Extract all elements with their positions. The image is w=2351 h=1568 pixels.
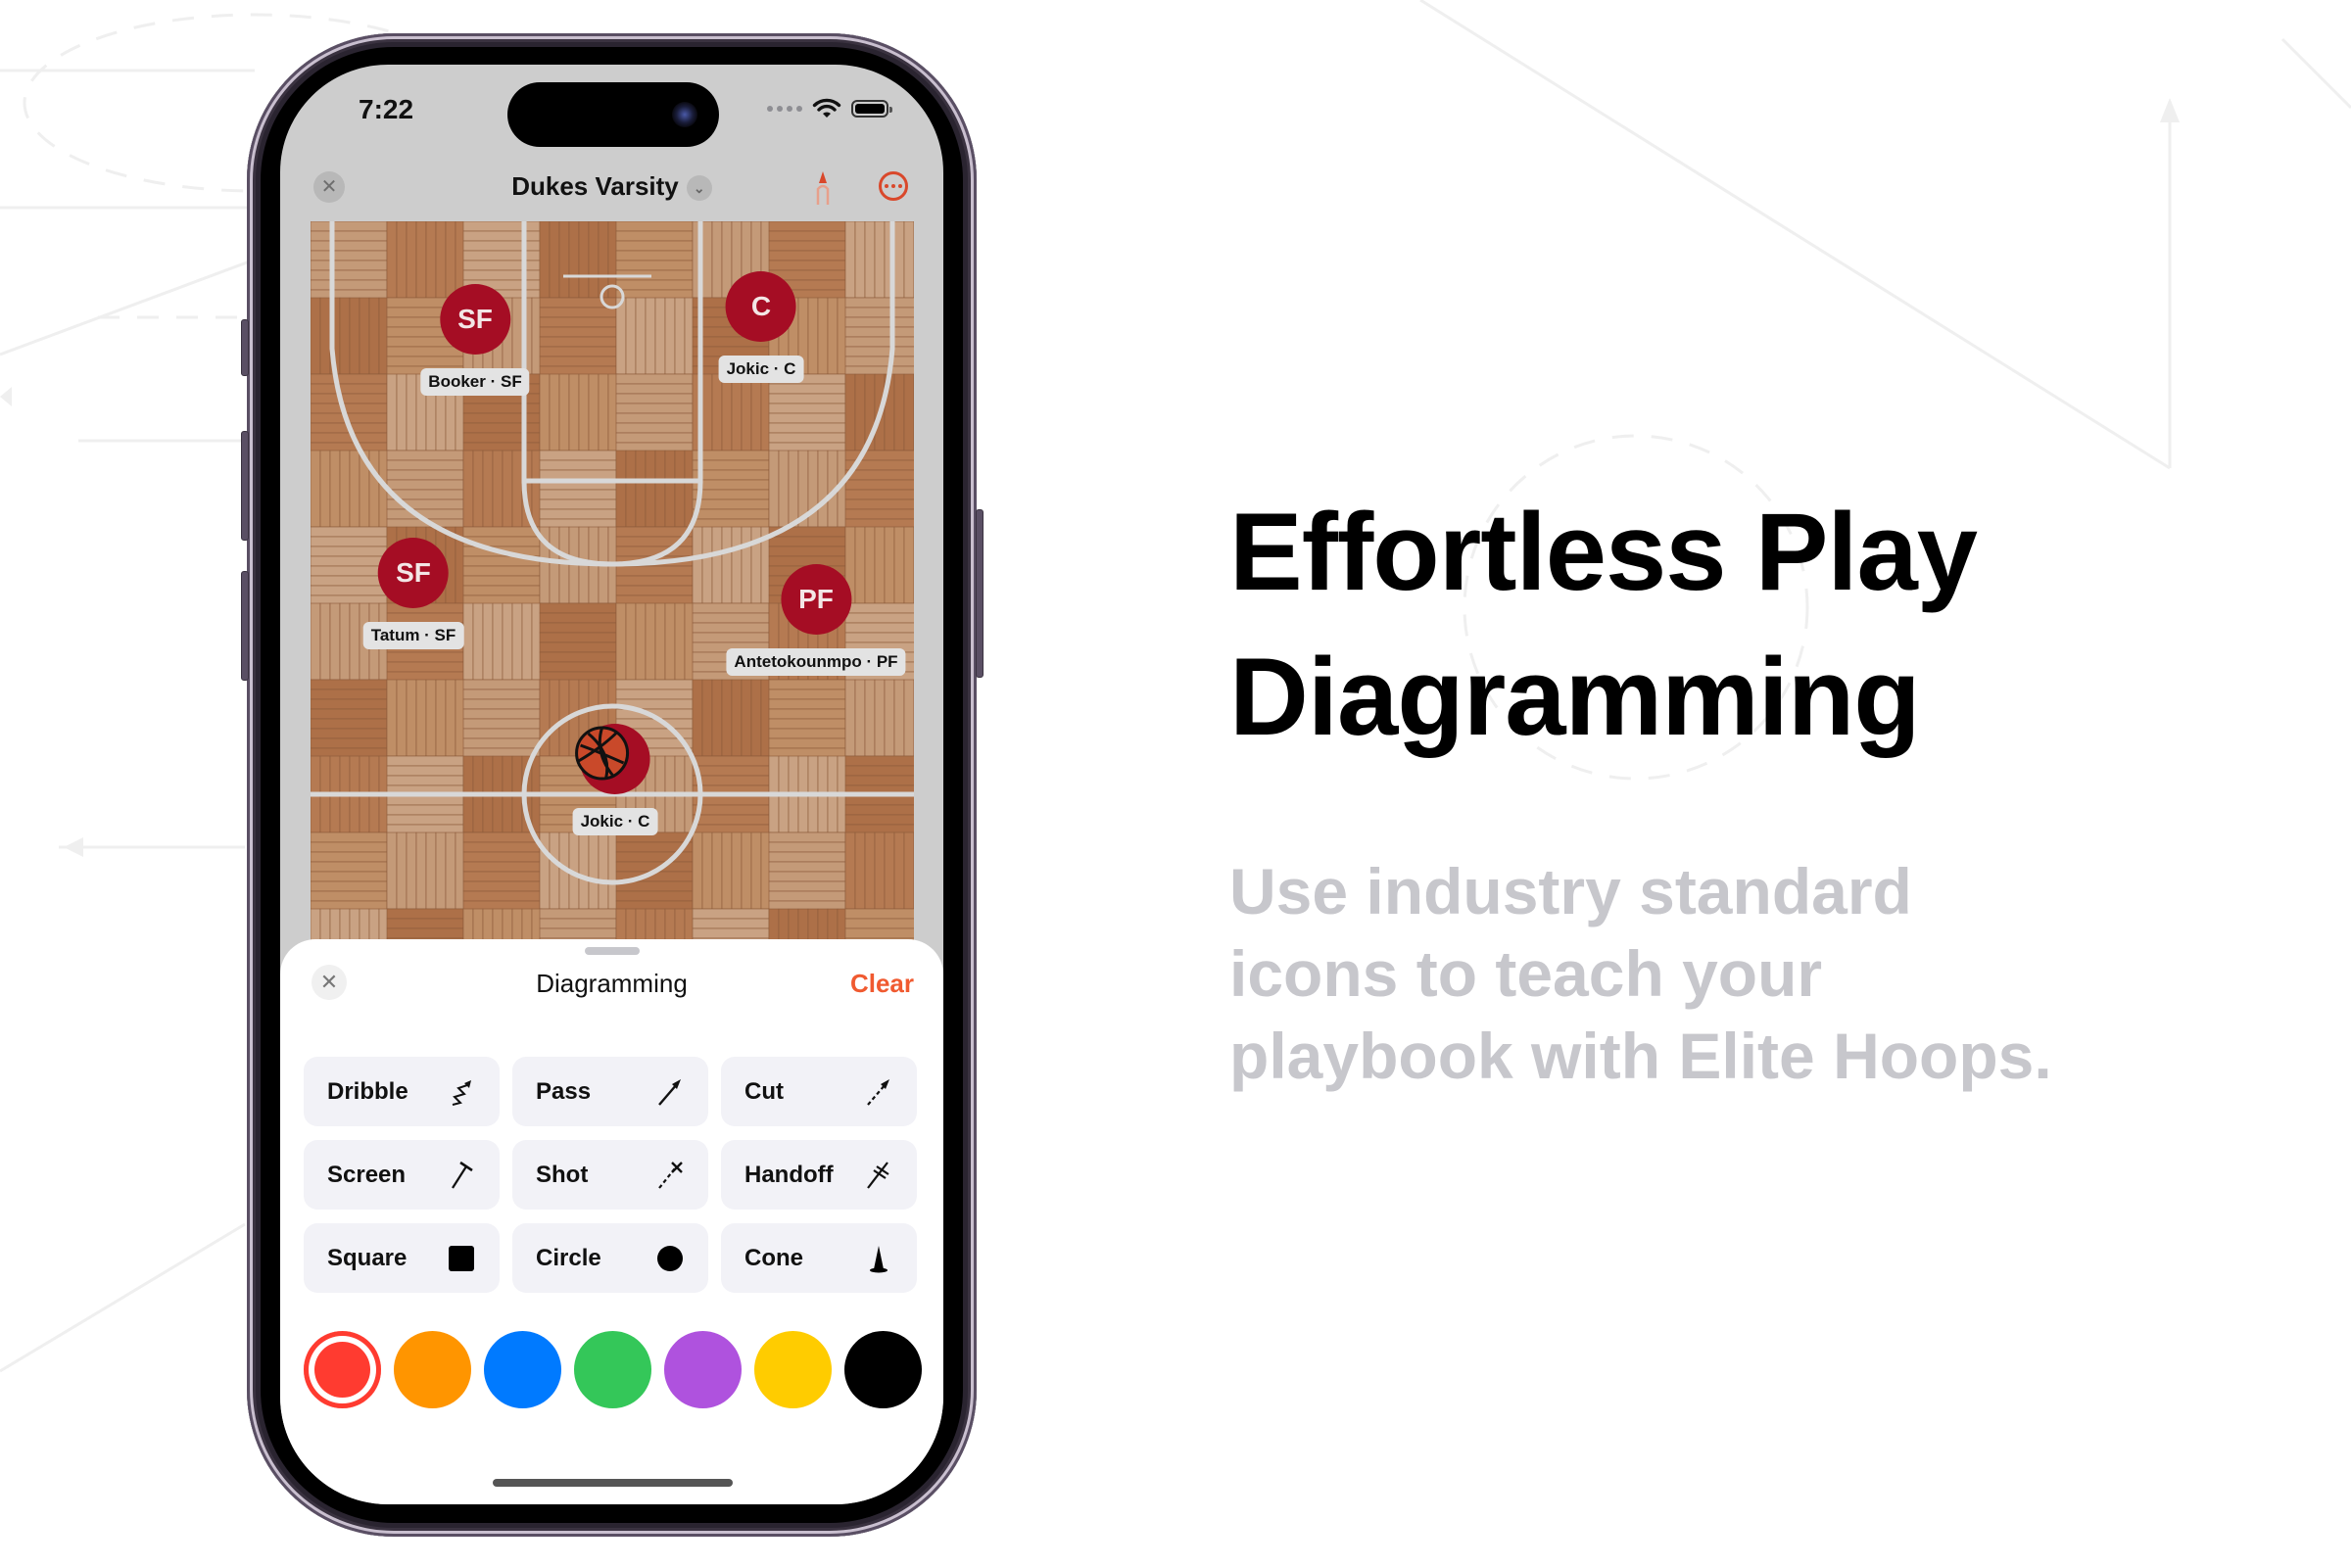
headline-line: Effortless Play bbox=[1229, 491, 1978, 613]
subheadline-line: Use industry standard bbox=[1229, 855, 1912, 927]
deco-diagonal-line bbox=[1419, 0, 2171, 470]
subheadline-line: playbook with Elite Hoops. bbox=[1229, 1020, 2052, 1092]
status-time: 7:22 bbox=[359, 94, 414, 124]
cone-icon bbox=[870, 1245, 888, 1272]
tool-square-button[interactable]: Square bbox=[304, 1223, 500, 1293]
marker-icon[interactable] bbox=[812, 169, 834, 207]
tool-cone-button[interactable]: Cone bbox=[721, 1223, 917, 1293]
color-swatch-yellow[interactable] bbox=[754, 1331, 832, 1408]
player-token[interactable]: C bbox=[725, 271, 796, 342]
color-swatch-black[interactable] bbox=[844, 1331, 922, 1408]
color-swatch-orange[interactable] bbox=[394, 1331, 471, 1408]
subheadline-line: icons to teach your bbox=[1229, 937, 1823, 1010]
tool-label: Square bbox=[327, 1244, 408, 1271]
player-token[interactable]: PF bbox=[781, 564, 851, 635]
wifi-icon bbox=[812, 98, 841, 118]
basketball-icon bbox=[575, 726, 630, 781]
deco-line bbox=[0, 258, 256, 356]
player-label: Antetokounmpo · PF bbox=[726, 648, 906, 676]
deco-line bbox=[0, 1222, 246, 1373]
player-label: Booker · SF bbox=[420, 368, 530, 396]
tool-label: Handoff bbox=[744, 1161, 834, 1188]
color-swatch-blue[interactable] bbox=[484, 1331, 561, 1408]
pass-arrow-icon bbox=[658, 1078, 681, 1106]
headline: Effortless Play Diagramming bbox=[1229, 480, 2209, 770]
circle-icon bbox=[657, 1245, 683, 1271]
volume-up-button bbox=[241, 431, 249, 541]
nav-bar: ✕ Dukes Varsity ⌄ bbox=[280, 158, 943, 216]
shot-icon bbox=[658, 1161, 683, 1189]
home-indicator bbox=[492, 1479, 733, 1487]
tool-label: Screen bbox=[327, 1161, 407, 1188]
deco-line bbox=[2280, 37, 2351, 110]
tool-handoff-button[interactable]: Handoff bbox=[721, 1140, 917, 1210]
court-canvas[interactable]: SF Booker · SF C Jokic · C SF Tatum · SF PF Ant… bbox=[311, 221, 914, 966]
tool-label: Dribble bbox=[327, 1077, 408, 1105]
chevron-down-icon: ⌄ bbox=[686, 175, 712, 202]
tool-shot-button[interactable]: Shot bbox=[512, 1140, 708, 1210]
tool-label: Cut bbox=[744, 1077, 784, 1105]
player-marker[interactable]: Jokic · C bbox=[572, 724, 658, 835]
player-marker[interactable]: SF Tatum · SF bbox=[362, 538, 464, 649]
color-swatch-green[interactable] bbox=[574, 1331, 651, 1408]
color-swatch-red[interactable] bbox=[304, 1331, 381, 1408]
headline-line: Diagramming bbox=[1229, 636, 1921, 758]
tool-label: Pass bbox=[536, 1077, 592, 1105]
sheet-grabber[interactable] bbox=[584, 947, 640, 955]
volume-down-button bbox=[241, 571, 249, 681]
team-selector[interactable]: Dukes Varsity ⌄ bbox=[280, 171, 943, 202]
camera-icon bbox=[672, 102, 697, 127]
tool-label: Circle bbox=[536, 1244, 601, 1271]
player-position: SF bbox=[457, 304, 493, 334]
phone-screen: 7:22 ✕ Dukes Varsity ⌄ SF Booker · SF C Joki… bbox=[280, 65, 943, 1504]
tool-pass-button[interactable]: Pass bbox=[512, 1057, 708, 1126]
power-button bbox=[976, 509, 984, 678]
action-button bbox=[241, 319, 249, 376]
player-label: Jokic · C bbox=[572, 808, 658, 835]
color-palette bbox=[304, 1331, 922, 1408]
clear-button[interactable]: Clear bbox=[850, 969, 914, 999]
tool-label: Cone bbox=[744, 1244, 803, 1271]
diagramming-sheet: ✕ Diagramming Clear Dribble Pass Cut Screen… bbox=[280, 939, 943, 1504]
player-marker[interactable]: C Jokic · C bbox=[718, 271, 804, 383]
cellular-signal-icon bbox=[767, 106, 802, 112]
player-position: C bbox=[750, 291, 772, 321]
player-token-with-ball[interactable] bbox=[575, 724, 650, 794]
square-icon bbox=[449, 1245, 474, 1271]
player-position: PF bbox=[798, 584, 834, 614]
status-icons bbox=[767, 98, 892, 119]
cut-dashed-arrow-icon bbox=[867, 1078, 889, 1106]
sheet-title: Diagramming bbox=[536, 969, 688, 998]
screen-icon bbox=[452, 1161, 473, 1189]
handoff-icon bbox=[867, 1161, 889, 1189]
color-swatch-purple[interactable] bbox=[664, 1331, 742, 1408]
tool-circle-button[interactable]: Circle bbox=[512, 1223, 708, 1293]
player-marker[interactable]: PF Antetokounmpo · PF bbox=[726, 564, 906, 676]
dribble-arrow-icon bbox=[452, 1079, 471, 1106]
player-marker[interactable]: SF Booker · SF bbox=[420, 284, 530, 396]
player-label: Jokic · C bbox=[718, 356, 804, 383]
tool-label: Shot bbox=[536, 1161, 589, 1188]
dynamic-island bbox=[507, 82, 719, 147]
battery-icon bbox=[851, 100, 892, 118]
player-token[interactable]: SF bbox=[440, 284, 510, 355]
player-label: Tatum · SF bbox=[362, 622, 464, 649]
tool-screen-button[interactable]: Screen bbox=[304, 1140, 500, 1210]
tool-dribble-button[interactable]: Dribble bbox=[304, 1057, 500, 1126]
player-token[interactable]: SF bbox=[377, 538, 449, 608]
subheadline: Use industry standard icons to teach you… bbox=[1229, 850, 2111, 1097]
player-position: SF bbox=[396, 557, 431, 588]
tool-cut-button[interactable]: Cut bbox=[721, 1057, 917, 1126]
tool-grid: Dribble Pass Cut Screen Shot Handoff Square Cir… bbox=[304, 1057, 921, 1293]
team-title: Dukes Varsity bbox=[511, 171, 679, 201]
more-button[interactable] bbox=[879, 171, 908, 201]
